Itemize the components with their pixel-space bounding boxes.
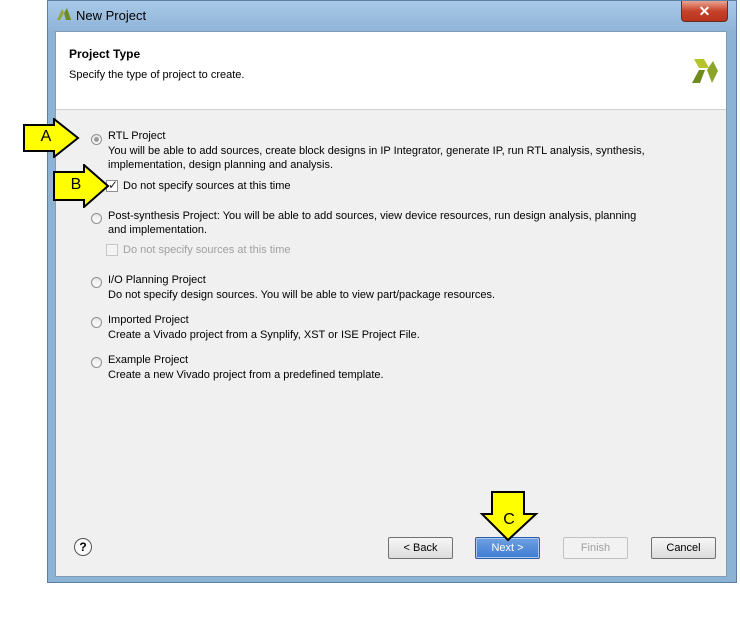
option-title-rtl-project[interactable]: RTL Project bbox=[108, 130, 165, 142]
checkbox-label-post-synth-no-sources: Do not specify sources at this time bbox=[123, 244, 291, 256]
cancel-button[interactable]: Cancel bbox=[651, 537, 716, 559]
option-title-io-planning-project[interactable]: I/O Planning Project bbox=[108, 274, 206, 286]
vivado-logo-icon bbox=[57, 8, 71, 20]
page-subtitle: Specify the type of project to create. bbox=[69, 69, 245, 81]
radio-rtl-project[interactable] bbox=[91, 134, 102, 145]
back-button[interactable]: < Back bbox=[388, 537, 453, 559]
option-desc-rtl-project: You will be able to add sources, create … bbox=[108, 145, 645, 171]
close-button[interactable]: ✕ bbox=[681, 1, 728, 22]
checkbox-post-synth-no-sources bbox=[106, 244, 118, 256]
radio-post-synthesis-project[interactable] bbox=[91, 213, 102, 224]
option-desc-post-synthesis-project[interactable]: Post-synthesis Project: You will be able… bbox=[108, 209, 653, 237]
option-desc-io-planning-project: Do not specify design sources. You will … bbox=[108, 289, 496, 301]
option-desc-example-project: Create a new Vivado project from a prede… bbox=[108, 369, 384, 381]
option-title-example-project[interactable]: Example Project bbox=[108, 354, 188, 366]
checkbox-label-rtl-no-sources[interactable]: Do not specify sources at this time bbox=[123, 180, 291, 192]
option-desc-imported-project: Create a Vivado project from a Synplify,… bbox=[108, 329, 420, 341]
page-title: Project Type bbox=[69, 47, 141, 61]
window-title: New Project bbox=[76, 8, 147, 23]
callout-label-b: B bbox=[70, 176, 82, 193]
radio-imported-project[interactable] bbox=[91, 317, 102, 328]
vivado-logo-icon bbox=[692, 59, 718, 83]
new-project-window: New Project ✕ Project Type Specify the t… bbox=[47, 0, 737, 583]
radio-io-planning-project[interactable] bbox=[91, 277, 102, 288]
callout-label-a: A bbox=[40, 128, 52, 145]
dialog-client-area: Project Type Specify the type of project… bbox=[55, 31, 727, 577]
wizard-header: Project Type Specify the type of project… bbox=[56, 32, 726, 110]
title-bar[interactable]: New Project ✕ bbox=[48, 1, 736, 31]
option-title-imported-project[interactable]: Imported Project bbox=[108, 314, 189, 326]
help-button[interactable]: ? bbox=[74, 538, 92, 556]
finish-button: Finish bbox=[563, 537, 628, 559]
callout-label-c: C bbox=[503, 511, 515, 528]
radio-example-project[interactable] bbox=[91, 357, 102, 368]
